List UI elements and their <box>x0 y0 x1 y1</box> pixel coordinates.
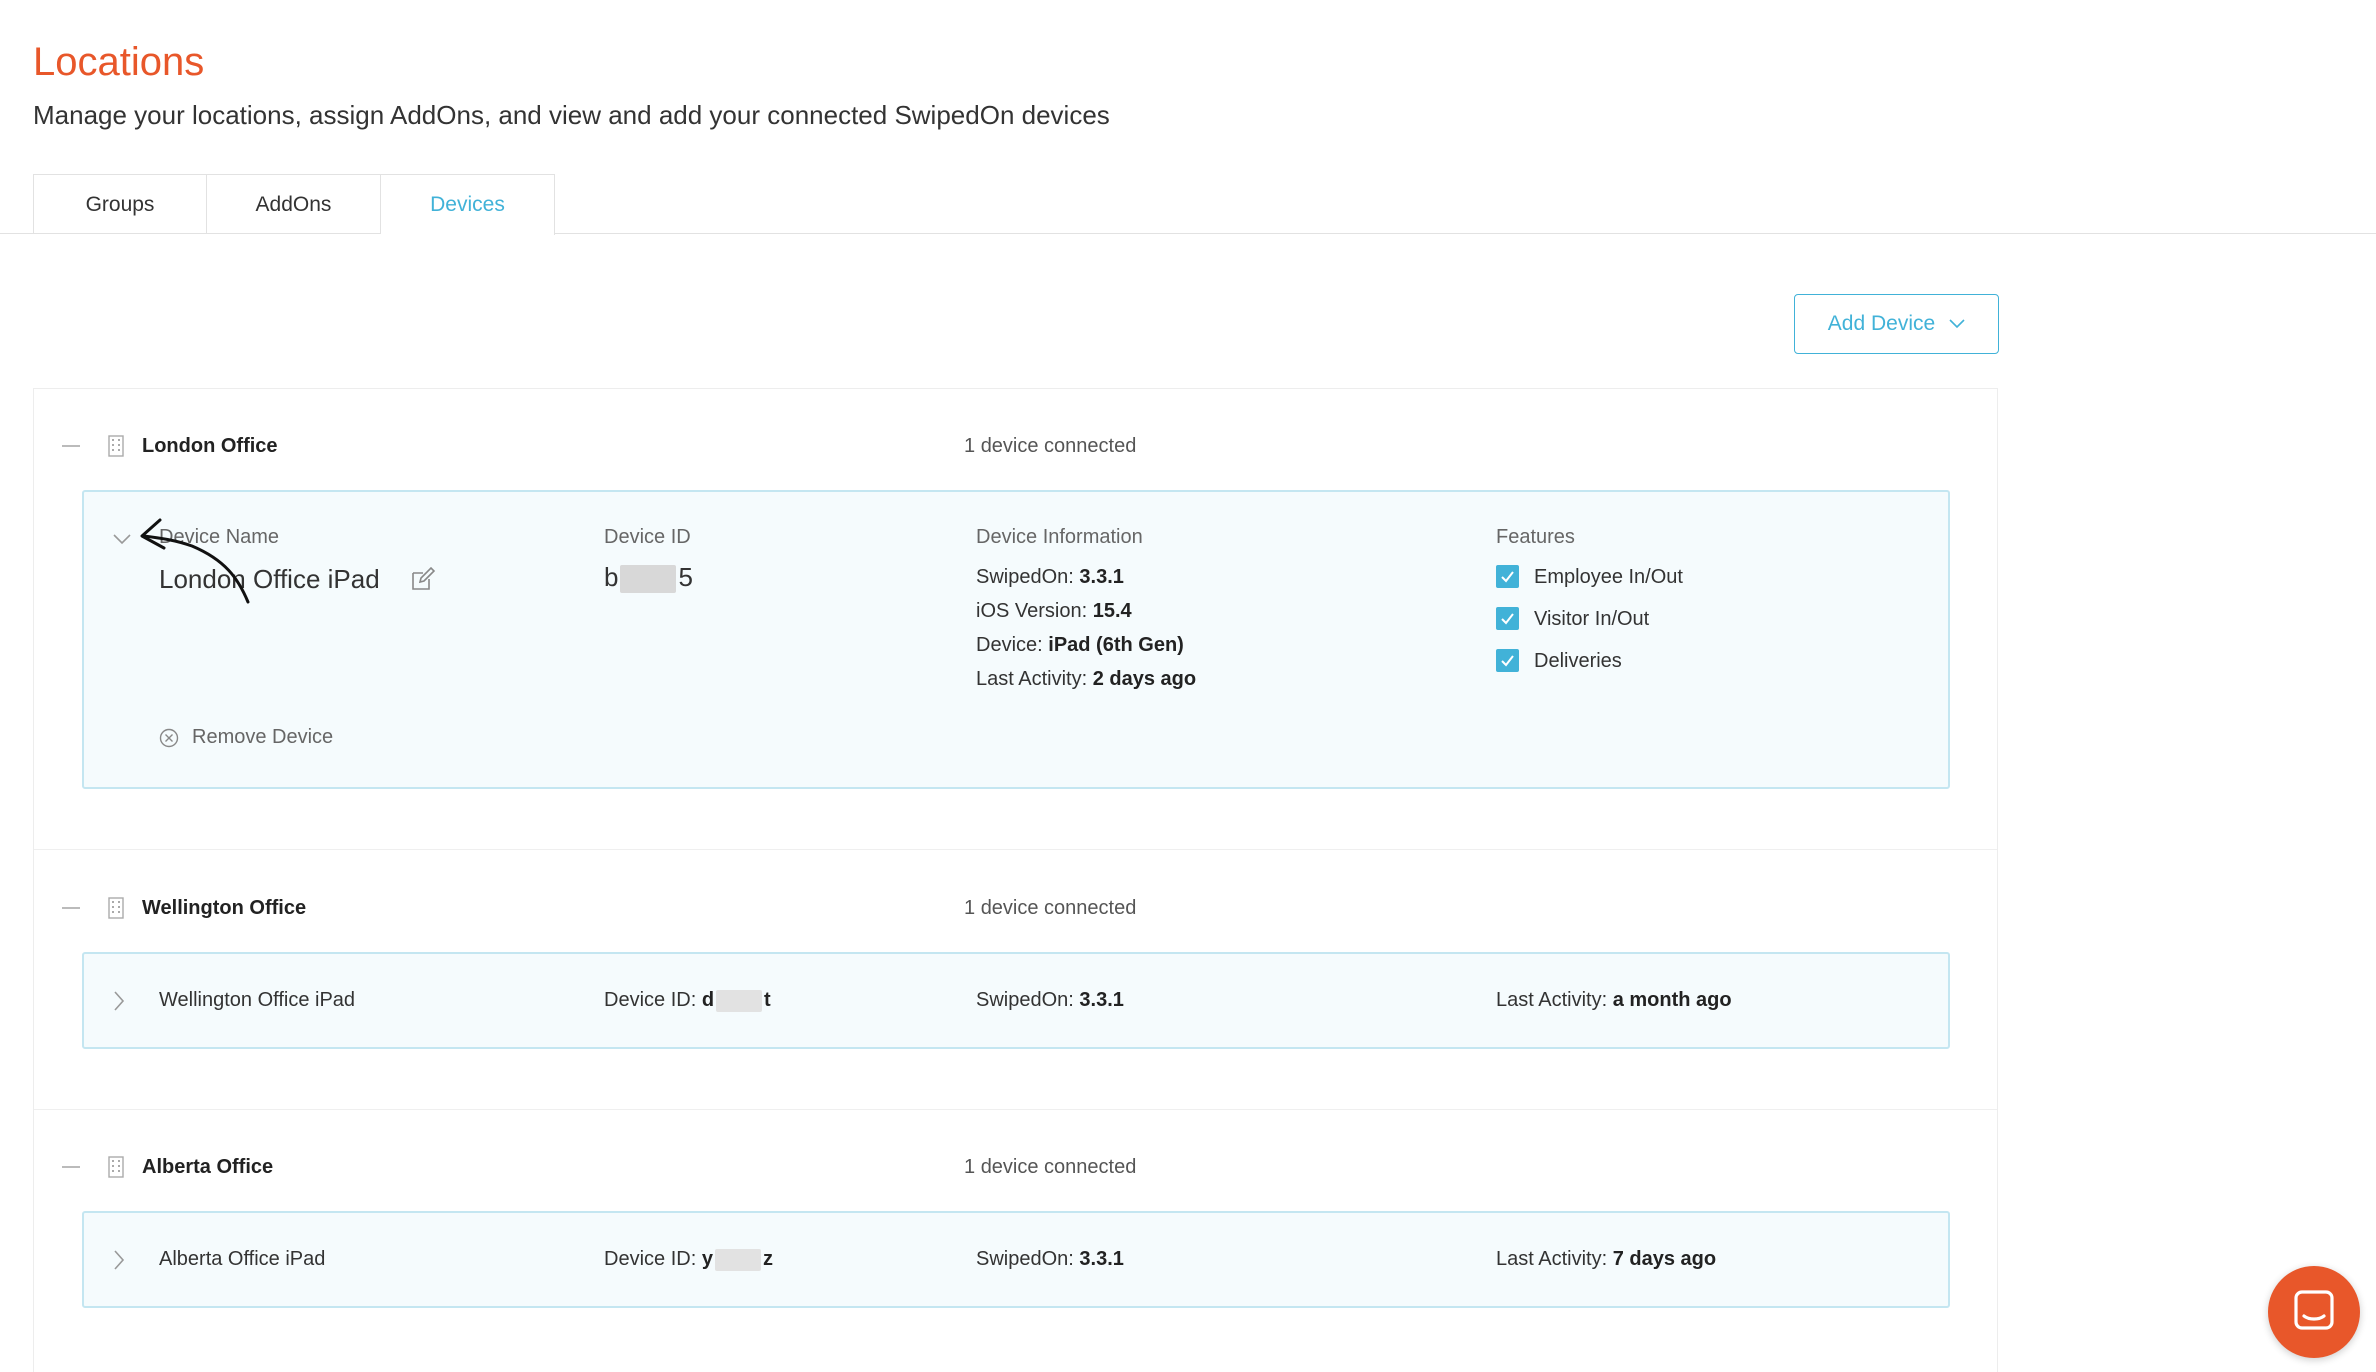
device-id-start: b <box>604 562 619 592</box>
count-number: 1 <box>964 897 976 919</box>
info-value: 2 days ago <box>1092 668 1197 690</box>
device-id-end: t <box>764 989 771 1011</box>
group-header-wellington: Wellington Office 1 device connected <box>34 889 1997 929</box>
feature-label: Visitor In/Out <box>1534 608 1650 630</box>
activity-label: Last Activity: <box>1496 1248 1608 1270</box>
device-id-end: z <box>762 1248 773 1270</box>
device-name: Alberta Office iPad <box>159 1248 326 1270</box>
redacted-block <box>714 1248 761 1271</box>
chevron-right-icon[interactable] <box>112 990 126 1012</box>
page-title: Locations <box>33 40 205 84</box>
info-value: 15.4 <box>1092 600 1132 622</box>
device-info-label: Device Information <box>976 526 1143 548</box>
chat-icon <box>2294 1290 2334 1330</box>
info-label: Device: <box>976 634 1043 656</box>
device-id: b5 <box>604 562 693 594</box>
last-activity: Last Activity: 7 days ago <box>1496 1248 1716 1271</box>
group-device-count: 1 device connected <box>964 435 1136 458</box>
device-id-label: Device ID <box>604 526 691 548</box>
device-card-collapsed[interactable]: Alberta Office iPad Device ID: y z Swiped… <box>82 1211 1950 1308</box>
device-id-start: y <box>701 1248 713 1270</box>
tab-divider <box>0 233 2376 234</box>
device-id-start: d <box>701 989 715 1011</box>
feature-label: Employee In/Out <box>1534 566 1683 588</box>
feature-checkbox-employee[interactable] <box>1496 565 1519 588</box>
version-label: SwipedOn: <box>976 989 1074 1011</box>
group-divider <box>34 849 1997 850</box>
version-value: 3.3.1 <box>1079 1248 1124 1270</box>
device-id: Device ID: d t <box>604 989 771 1012</box>
building-icon <box>108 897 124 919</box>
chevron-right-icon[interactable] <box>112 1249 126 1271</box>
tab-devices[interactable]: Devices <box>381 174 555 235</box>
count-text: device connected <box>980 435 1137 457</box>
swipedon-version: SwipedOn: 3.3.1 <box>976 1248 1124 1271</box>
device-id-end: 5 <box>678 562 693 592</box>
device-name: London Office iPad <box>159 564 380 594</box>
group-name: London Office <box>142 435 278 457</box>
activity-label: Last Activity: <box>1496 989 1608 1011</box>
device-card-collapsed[interactable]: Wellington Office iPad Device ID: d t Swi… <box>82 952 1950 1049</box>
edit-icon[interactable] <box>410 566 436 592</box>
feature-checkbox-deliveries[interactable] <box>1496 649 1519 672</box>
page-subtitle: Manage your locations, assign AddOns, an… <box>33 100 1110 130</box>
device-id-label: Device ID: <box>604 1248 697 1270</box>
group-device-count: 1 device connected <box>964 1156 1136 1179</box>
info-swipedon: SwipedOn: 3.3.1 <box>976 566 1124 589</box>
checkmark-icon <box>1501 613 1514 625</box>
feature-checkbox-visitor[interactable] <box>1496 607 1519 630</box>
group-divider <box>34 1109 1997 1110</box>
group-name: Wellington Office <box>142 897 307 919</box>
device-name-label: Device Name <box>159 526 280 548</box>
info-value: 3.3.1 <box>1079 566 1124 588</box>
add-device-button[interactable]: Add Device <box>1794 294 1999 354</box>
collapse-icon[interactable] <box>62 1166 80 1168</box>
device-card-expanded: Device Name London Office iPad Device ID… <box>82 490 1950 789</box>
checkmark-icon <box>1501 655 1514 667</box>
feature-label: Deliveries <box>1534 650 1622 672</box>
count-number: 1 <box>964 435 976 457</box>
checkmark-icon <box>1501 571 1514 583</box>
chat-launcher-button[interactable] <box>2268 1266 2360 1358</box>
collapse-icon[interactable] <box>62 445 80 447</box>
building-icon <box>108 435 124 457</box>
activity-value: 7 days ago <box>1612 1248 1717 1270</box>
info-label: iOS Version: <box>976 600 1088 622</box>
redacted-block <box>716 989 763 1012</box>
tab-bar: Groups AddOns Devices <box>33 174 555 235</box>
last-activity: Last Activity: a month ago <box>1496 989 1732 1012</box>
device-name: Wellington Office iPad <box>159 989 356 1011</box>
remove-circle-icon[interactable] <box>159 728 179 748</box>
collapse-icon[interactable] <box>62 907 80 909</box>
group-header-london: London Office 1 device connected <box>34 427 1997 467</box>
info-value: iPad (6th Gen) <box>1048 634 1184 656</box>
activity-value: a month ago <box>1612 989 1732 1011</box>
info-ios: iOS Version: 15.4 <box>976 600 1132 623</box>
group-header-alberta: Alberta Office 1 device connected <box>34 1148 1997 1188</box>
group-device-count: 1 device connected <box>964 897 1136 920</box>
chevron-down-icon <box>1949 319 1965 329</box>
group-name: Alberta Office <box>142 1156 274 1178</box>
building-icon <box>108 1156 124 1178</box>
info-device: Device: iPad (6th Gen) <box>976 634 1184 657</box>
device-id-label: Device ID: <box>604 989 697 1011</box>
info-label: SwipedOn: <box>976 566 1074 588</box>
count-text: device connected <box>980 1156 1137 1178</box>
swipedon-version: SwipedOn: 3.3.1 <box>976 989 1124 1012</box>
version-label: SwipedOn: <box>976 1248 1074 1270</box>
locations-panel: London Office 1 device connected Device … <box>33 388 1998 1372</box>
tab-addons[interactable]: AddOns <box>207 174 381 234</box>
info-label: Last Activity: <box>976 668 1088 690</box>
tab-groups[interactable]: Groups <box>33 174 207 234</box>
remove-device-button[interactable]: Remove Device <box>192 726 333 749</box>
features-label: Features <box>1496 526 1575 548</box>
version-value: 3.3.1 <box>1079 989 1124 1011</box>
device-id: Device ID: y z <box>604 1248 773 1271</box>
redacted-block <box>620 565 677 594</box>
count-number: 1 <box>964 1156 976 1178</box>
add-device-label: Add Device <box>1827 312 1936 335</box>
chevron-down-icon[interactable] <box>112 532 132 546</box>
count-text: device connected <box>980 897 1137 919</box>
info-last-activity: Last Activity: 2 days ago <box>976 668 1196 691</box>
